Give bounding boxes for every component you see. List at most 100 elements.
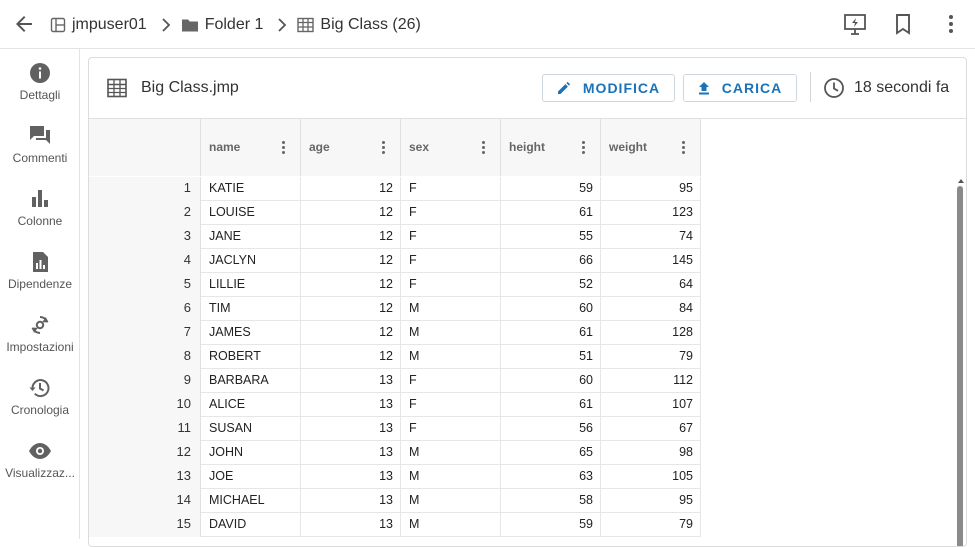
table-cell-sex[interactable]: M — [401, 489, 501, 513]
table-cell-weight[interactable]: 79 — [601, 513, 701, 537]
table-cell-sex[interactable]: F — [401, 393, 501, 417]
table-cell-sex[interactable]: M — [401, 345, 501, 369]
breadcrumb-folder[interactable]: Folder 1 — [181, 16, 263, 34]
table-row[interactable]: 4 JACLYN 12 F 66 145 — [89, 249, 701, 273]
table-cell-sex[interactable]: F — [401, 249, 501, 273]
table-cell-weight[interactable]: 95 — [601, 489, 701, 513]
sidebar-item-colonne[interactable]: Colonne — [0, 175, 80, 235]
table-cell-height[interactable]: 60 — [501, 369, 601, 393]
table-cell-height[interactable]: 56 — [501, 417, 601, 441]
table-cell-name[interactable]: MICHAEL — [201, 489, 301, 513]
table-cell-name[interactable]: DAVID — [201, 513, 301, 537]
table-cell-sex[interactable]: F — [401, 273, 501, 297]
table-row[interactable]: 15 DAVID 13 M 59 79 — [89, 513, 701, 537]
table-cell-weight[interactable]: 67 — [601, 417, 701, 441]
table-cell-weight[interactable]: 123 — [601, 201, 701, 225]
table-row[interactable]: 14 MICHAEL 13 M 58 95 — [89, 489, 701, 513]
table-row[interactable]: 3 JANE 12 F 55 74 — [89, 225, 701, 249]
table-cell-name[interactable]: SUSAN — [201, 417, 301, 441]
table-cell-sex[interactable]: M — [401, 321, 501, 345]
table-row[interactable]: 6 TIM 12 M 60 84 — [89, 297, 701, 321]
table-cell-name[interactable]: JOHN — [201, 441, 301, 465]
table-cell-sex[interactable]: F — [401, 201, 501, 225]
table-cell-height[interactable]: 66 — [501, 249, 601, 273]
table-cell-sex[interactable]: M — [401, 441, 501, 465]
table-cell-name[interactable]: LILLIE — [201, 273, 301, 297]
table-cell-sex[interactable]: F — [401, 417, 501, 441]
upload-button[interactable]: CARICA — [683, 74, 797, 102]
table-cell-name[interactable]: JOE — [201, 465, 301, 489]
table-cell-height[interactable]: 59 — [501, 177, 601, 201]
breadcrumb-workspace[interactable]: jmpuser01 — [50, 16, 147, 34]
table-cell-height[interactable]: 65 — [501, 441, 601, 465]
vertical-scrollbar[interactable] — [955, 177, 965, 546]
row-number[interactable]: 1 — [89, 177, 201, 201]
table-cell-age[interactable]: 12 — [301, 297, 401, 321]
table-cell-sex[interactable]: F — [401, 369, 501, 393]
table-cell-weight[interactable]: 107 — [601, 393, 701, 417]
table-cell-age[interactable]: 13 — [301, 417, 401, 441]
row-number[interactable]: 13 — [89, 465, 201, 489]
table-cell-age[interactable]: 13 — [301, 465, 401, 489]
table-cell-name[interactable]: JAMES — [201, 321, 301, 345]
sidebar-item-visualizzazioni[interactable]: Visualizzaz... — [0, 427, 80, 487]
table-cell-age[interactable]: 13 — [301, 393, 401, 417]
table-cell-weight[interactable]: 79 — [601, 345, 701, 369]
table-cell-age[interactable]: 13 — [301, 369, 401, 393]
column-menu-icon[interactable] — [482, 141, 486, 155]
table-cell-sex[interactable]: M — [401, 465, 501, 489]
row-number[interactable]: 3 — [89, 225, 201, 249]
table-cell-weight[interactable]: 145 — [601, 249, 701, 273]
table-cell-name[interactable]: LOUISE — [201, 201, 301, 225]
table-cell-weight[interactable]: 95 — [601, 177, 701, 201]
row-number[interactable]: 5 — [89, 273, 201, 297]
row-number[interactable]: 2 — [89, 201, 201, 225]
table-cell-weight[interactable]: 98 — [601, 441, 701, 465]
table-row[interactable]: 1 KATIE 12 F 59 95 — [89, 177, 701, 201]
scrollbar-thumb[interactable] — [957, 186, 963, 546]
table-cell-name[interactable]: BARBARA — [201, 369, 301, 393]
table-cell-age[interactable]: 12 — [301, 273, 401, 297]
table-cell-height[interactable]: 52 — [501, 273, 601, 297]
bookmark-icon[interactable] — [891, 12, 915, 36]
row-number[interactable]: 4 — [89, 249, 201, 273]
row-number[interactable]: 14 — [89, 489, 201, 513]
column-menu-icon[interactable] — [282, 141, 286, 155]
column-header-age[interactable]: age — [301, 119, 401, 176]
table-cell-weight[interactable]: 128 — [601, 321, 701, 345]
table-row[interactable]: 13 JOE 13 M 63 105 — [89, 465, 701, 489]
row-number[interactable]: 15 — [89, 513, 201, 537]
table-row[interactable]: 5 LILLIE 12 F 52 64 — [89, 273, 701, 297]
column-header-name[interactable]: name — [201, 119, 301, 176]
sidebar-item-commenti[interactable]: Commenti — [0, 112, 80, 172]
table-cell-weight[interactable]: 74 — [601, 225, 701, 249]
row-number[interactable]: 12 — [89, 441, 201, 465]
scroll-up-arrow-icon[interactable] — [958, 179, 964, 183]
sidebar-item-dettagli[interactable]: Dettagli — [0, 49, 80, 109]
row-number[interactable]: 7 — [89, 321, 201, 345]
table-cell-sex[interactable]: M — [401, 513, 501, 537]
table-row[interactable]: 12 JOHN 13 M 65 98 — [89, 441, 701, 465]
row-number[interactable]: 6 — [89, 297, 201, 321]
table-cell-name[interactable]: ALICE — [201, 393, 301, 417]
table-cell-age[interactable]: 12 — [301, 201, 401, 225]
table-cell-height[interactable]: 63 — [501, 465, 601, 489]
table-cell-height[interactable]: 61 — [501, 393, 601, 417]
table-cell-height[interactable]: 55 — [501, 225, 601, 249]
table-cell-height[interactable]: 61 — [501, 201, 601, 225]
table-cell-sex[interactable]: F — [401, 225, 501, 249]
column-header-height[interactable]: height — [501, 119, 601, 176]
column-menu-icon[interactable] — [682, 141, 686, 155]
table-cell-name[interactable]: JACLYN — [201, 249, 301, 273]
sidebar-item-impostazioni[interactable]: Impostazioni — [0, 301, 80, 361]
column-header-weight[interactable]: weight — [601, 119, 701, 176]
table-cell-weight[interactable]: 105 — [601, 465, 701, 489]
table-cell-weight[interactable]: 64 — [601, 273, 701, 297]
presentation-icon[interactable] — [843, 12, 867, 36]
column-menu-icon[interactable] — [382, 141, 386, 155]
table-cell-age[interactable]: 12 — [301, 249, 401, 273]
table-row[interactable]: 9 BARBARA 13 F 60 112 — [89, 369, 701, 393]
table-cell-height[interactable]: 61 — [501, 321, 601, 345]
table-cell-age[interactable]: 12 — [301, 345, 401, 369]
column-header-sex[interactable]: sex — [401, 119, 501, 176]
